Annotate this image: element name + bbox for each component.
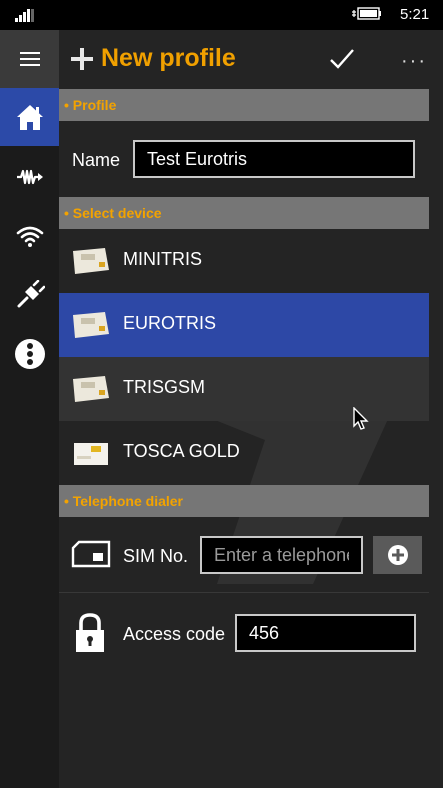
- profile-section-header: • Profile: [59, 89, 429, 121]
- device-panel-icon: [73, 248, 109, 274]
- access-code-field[interactable]: [235, 614, 416, 652]
- device-section-header: • Select device: [59, 197, 429, 229]
- sim-card-icon: [71, 540, 111, 568]
- device-item-minitris[interactable]: MINITRIS: [59, 229, 429, 293]
- plus-icon: [71, 48, 93, 70]
- nav-rail: [0, 30, 59, 788]
- waveform-icon: [16, 169, 43, 185]
- signal-bars-icon: [15, 8, 35, 22]
- name-label: Name: [72, 150, 121, 170]
- home-icon: [16, 105, 43, 130]
- device-label: EUROTRIS: [123, 313, 217, 333]
- vertical-dots-icon: [14, 339, 45, 369]
- hamburger-button[interactable]: [0, 30, 59, 88]
- device-panel-icon: [74, 443, 108, 465]
- sim-number-field[interactable]: [200, 536, 363, 574]
- battery-charging-icon: [352, 7, 381, 20]
- page-header: New profile ···: [59, 30, 443, 88]
- dialer-section-header: • Telephone dialer: [59, 485, 429, 517]
- access-code-label: Access code: [123, 624, 226, 644]
- mouse-cursor-icon: [353, 407, 369, 430]
- nav-wifi-button[interactable]: [0, 207, 59, 265]
- name-field[interactable]: [133, 140, 415, 178]
- device-item-trisgsm[interactable]: TRISGSM: [59, 357, 429, 421]
- device-panel-icon: [73, 312, 109, 338]
- device-label: TOSCA GOLD: [123, 441, 240, 461]
- checkmark-icon[interactable]: [329, 47, 355, 71]
- device-panel-icon: [73, 376, 109, 402]
- sim-label: SIM No.: [123, 546, 189, 566]
- divider: [59, 592, 429, 593]
- device-item-tosca-gold[interactable]: TOSCA GOLD: [59, 421, 429, 485]
- wifi-icon: [16, 226, 43, 247]
- hamburger-icon: [19, 52, 40, 66]
- nav-more-button[interactable]: [0, 325, 59, 383]
- main-panel: New profile ··· • Profile Name • Select …: [59, 30, 443, 788]
- nav-signal-button[interactable]: [0, 148, 59, 206]
- lock-icon: [76, 613, 104, 652]
- plug-icon: [17, 280, 45, 308]
- nav-plug-button[interactable]: [0, 266, 59, 324]
- device-item-eurotris[interactable]: EUROTRIS: [59, 293, 429, 357]
- device-label: MINITRIS: [123, 249, 202, 269]
- plus-circle-icon: [387, 545, 408, 565]
- clock: 5:21: [400, 6, 430, 23]
- status-bar: 5:21: [0, 0, 443, 30]
- page-title: New profile: [101, 44, 236, 72]
- device-label: TRISGSM: [123, 377, 206, 397]
- nav-home-button[interactable]: [0, 88, 59, 146]
- add-number-button[interactable]: [373, 536, 422, 574]
- ellipsis-icon[interactable]: ···: [401, 50, 427, 73]
